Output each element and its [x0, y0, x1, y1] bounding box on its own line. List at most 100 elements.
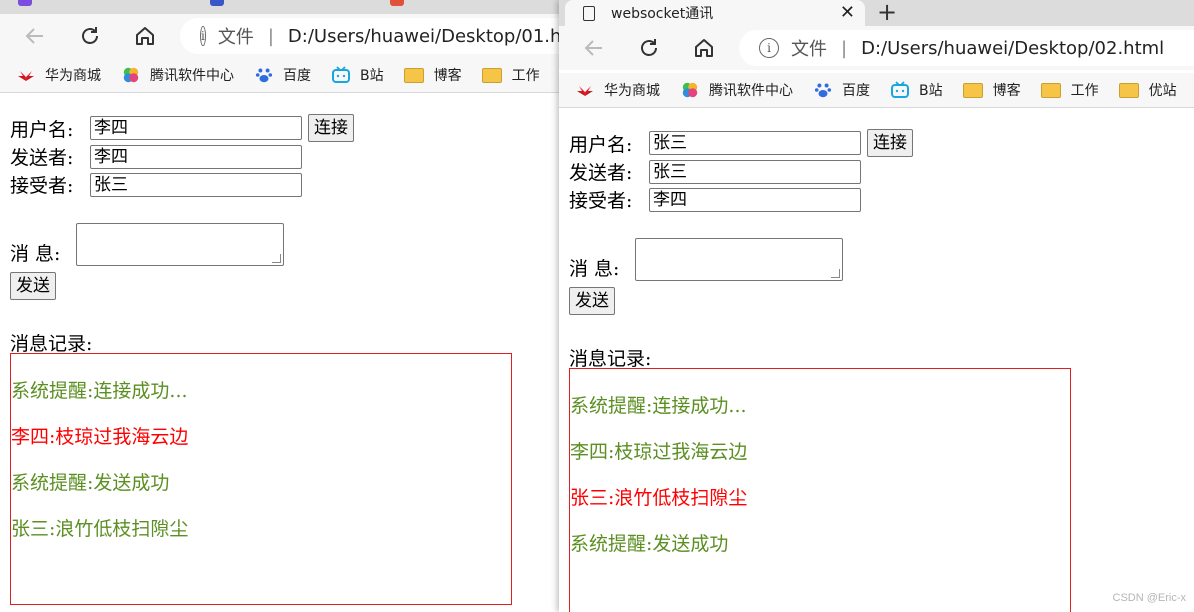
baidu-paw-icon	[255, 68, 273, 83]
message-textarea[interactable]	[635, 238, 843, 281]
sender-input[interactable]: 李四	[90, 144, 302, 169]
folder-icon	[962, 82, 983, 98]
bookmark-label: 百度	[842, 83, 870, 99]
receiver-label: 接受者:	[10, 175, 74, 197]
bookmark-blog[interactable]: 博客	[962, 80, 1021, 100]
bookmark-work[interactable]: 工作	[1040, 80, 1099, 100]
bookmark-label: B站	[360, 68, 384, 84]
tab-strip	[0, 0, 559, 14]
tab-strip: websocket通讯 ✕ +	[559, 0, 1194, 26]
back-arrow-icon	[25, 28, 43, 44]
connect-button[interactable]: 连接	[867, 129, 913, 157]
bilibili-tv-icon	[891, 81, 909, 98]
tab-favicon-stub[interactable]	[390, 0, 404, 6]
bookmarks-bar: 华为商城 腾讯软件中心 百度 B站 博客 工作	[0, 58, 559, 93]
tab-websocket[interactable]: websocket通讯 ✕	[565, 0, 865, 26]
log-entry: 系统提醒:发送成功	[570, 533, 729, 555]
receiver-input[interactable]: 张三	[90, 172, 302, 197]
bookmark-label: 工作	[511, 68, 540, 84]
bookmark-label: 华为商城	[45, 68, 101, 84]
message-textarea[interactable]	[76, 223, 284, 266]
log-entry: 张三:浪竹低枝扫隙尘	[570, 487, 748, 509]
address-scheme: 文件	[791, 39, 827, 60]
receiver-input[interactable]: 李四	[649, 187, 861, 212]
log-entry: 系统提醒:连接成功...	[570, 395, 747, 417]
bookmark-bilibili[interactable]: B站	[890, 80, 943, 100]
message-log-title: 消息记录:	[10, 333, 93, 355]
bookmark-tencent-software[interactable]: 腾讯软件中心	[121, 65, 234, 85]
send-button[interactable]: 发送	[10, 272, 56, 300]
connect-button[interactable]: 连接	[308, 114, 354, 142]
reload-icon	[641, 39, 657, 56]
bookmark-blog[interactable]: 博客	[403, 65, 462, 85]
sender-input[interactable]: 张三	[649, 159, 861, 184]
home-button[interactable]	[691, 35, 717, 61]
bookmark-label: 工作	[1070, 83, 1099, 99]
reload-button[interactable]	[636, 35, 662, 61]
log-entry: 李四:枝琼过我海云边	[11, 426, 189, 448]
tab-favicon-stub[interactable]	[210, 0, 224, 6]
watermark-text: CSDN @Eric-x	[1112, 592, 1187, 604]
tab-favicon-stub[interactable]	[18, 0, 32, 6]
new-tab-icon[interactable]: +	[877, 0, 897, 26]
bookmark-label: 优站	[1148, 83, 1177, 99]
huawei-icon	[18, 71, 34, 81]
address-bar[interactable]: i 文件 | D:/Users/huawei/Desktop/01.html	[180, 18, 559, 54]
bookmark-label: 博客	[992, 83, 1021, 99]
message-label: 消 息:	[569, 258, 620, 280]
bookmark-tencent-software[interactable]: 腾讯软件中心	[680, 80, 793, 100]
folder-icon	[1040, 82, 1061, 98]
bookmark-label: 腾讯软件中心	[150, 68, 234, 84]
navigation-bar: i 文件 | D:/Users/huawei/Desktop/01.html	[0, 14, 559, 58]
page-icon	[583, 5, 595, 21]
log-entry: 张三:浪竹低枝扫隙尘	[11, 518, 189, 540]
back-button[interactable]	[581, 35, 607, 61]
info-icon[interactable]: i	[759, 38, 779, 58]
username-label: 用户名:	[10, 118, 74, 141]
address-separator: |	[267, 25, 274, 47]
back-arrow-icon	[584, 40, 602, 56]
bookmark-huawei[interactable]: 华为商城	[16, 65, 101, 85]
bookmark-work[interactable]: 工作	[481, 65, 540, 85]
navigation-bar: i 文件 | D:/Users/huawei/Desktop/02.html	[559, 26, 1194, 70]
close-icon[interactable]: ✕	[840, 2, 855, 23]
bookmark-label: 腾讯软件中心	[709, 83, 793, 99]
browser-window-left: i 文件 | D:/Users/huawei/Desktop/01.html 华…	[0, 0, 559, 612]
bookmark-label: 百度	[283, 68, 311, 84]
reload-icon	[82, 27, 98, 44]
username-input[interactable]: 李四	[90, 116, 302, 140]
address-bar[interactable]: i 文件 | D:/Users/huawei/Desktop/02.html	[739, 30, 1194, 66]
log-entry: 系统提醒:发送成功	[11, 472, 170, 494]
home-icon	[136, 27, 154, 45]
send-button[interactable]: 发送	[569, 287, 615, 315]
folder-icon	[1118, 82, 1139, 98]
browser-window-right: websocket通讯 ✕ + i 文件 | D:/Users/huawei/D…	[559, 0, 1194, 612]
bookmark-bilibili[interactable]: B站	[331, 65, 384, 85]
folder-icon	[403, 67, 424, 83]
back-button[interactable]	[22, 23, 48, 49]
tencent-software-icon	[123, 67, 139, 83]
page-content: 用户名: 张三 连接 发送者: 张三 接受者: 李四 消 息: 发送 消息记录:…	[559, 117, 1194, 612]
address-scheme: 文件	[217, 27, 254, 48]
bookmarks-bar: 华为商城 腾讯软件中心 百度 B站 博客 工作 优站	[559, 73, 1194, 108]
bookmark-featured[interactable]: 优站	[1118, 80, 1177, 100]
sender-label: 发送者:	[569, 162, 633, 184]
receiver-label: 接受者:	[569, 190, 633, 212]
sender-label: 发送者:	[10, 147, 74, 169]
home-button[interactable]	[132, 23, 158, 49]
username-label: 用户名:	[569, 133, 633, 156]
bookmark-huawei[interactable]: 华为商城	[575, 80, 660, 100]
message-log-title: 消息记录:	[569, 348, 652, 370]
bookmark-baidu[interactable]: 百度	[254, 65, 311, 85]
bilibili-tv-icon	[332, 66, 350, 83]
reload-button[interactable]	[77, 23, 103, 49]
page-content: 用户名: 李四 连接 发送者: 李四 接受者: 张三 消 息: 发送 消息记录:…	[0, 102, 559, 612]
message-label: 消 息:	[10, 243, 61, 265]
bookmark-baidu[interactable]: 百度	[813, 80, 870, 100]
username-input[interactable]: 张三	[649, 131, 861, 155]
tencent-software-icon	[682, 82, 698, 98]
message-log: 系统提醒:连接成功... 李四:枝琼过我海云边 张三:浪竹低枝扫隙尘 系统提醒:…	[569, 368, 1071, 612]
info-icon[interactable]: i	[200, 26, 206, 46]
log-entry: 李四:枝琼过我海云边	[570, 441, 748, 463]
message-log: 系统提醒:连接成功... 李四:枝琼过我海云边 系统提醒:发送成功 张三:浪竹低…	[10, 353, 512, 605]
